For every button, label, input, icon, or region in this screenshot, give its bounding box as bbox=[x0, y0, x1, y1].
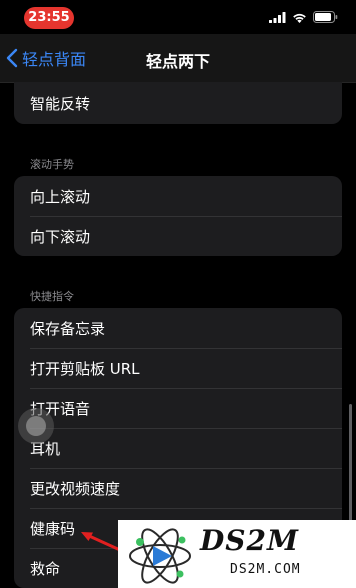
list-item-save-memo[interactable]: 保存备忘录 bbox=[14, 308, 342, 348]
watermark-logo: DS2M DS2M.COM bbox=[118, 520, 356, 588]
status-bar: 23:55 bbox=[0, 0, 356, 34]
battery-icon bbox=[313, 11, 338, 23]
list-item-open-voice[interactable]: 打开语音 bbox=[14, 388, 342, 428]
list-item-label: 向上滚动 bbox=[30, 187, 91, 206]
list-item-label: 打开剪贴板 URL bbox=[30, 359, 140, 378]
list-item-open-clipboard-url[interactable]: 打开剪贴板 URL bbox=[14, 348, 342, 388]
list-item-label: 向下滚动 bbox=[30, 227, 91, 246]
list-item-label: 救命 bbox=[30, 559, 61, 578]
assistive-touch-button[interactable] bbox=[18, 408, 54, 444]
list-item-label: 健康码 bbox=[30, 519, 76, 538]
list-item-headphones[interactable]: 耳机 bbox=[14, 428, 342, 468]
section-header-scroll: 滚动手势 bbox=[30, 158, 74, 171]
signal-icon bbox=[269, 11, 286, 23]
annotation-arrow-icon bbox=[81, 532, 122, 552]
list-item-scroll-down[interactable]: 向下滚动 bbox=[14, 216, 342, 256]
watermark-brand: DS2M bbox=[200, 524, 299, 557]
navigation-bar: 轻点背面 轻点两下 bbox=[0, 34, 356, 83]
scroll-indicator[interactable] bbox=[349, 404, 352, 524]
list-item-scroll-up[interactable]: 向上滚动 bbox=[14, 176, 342, 216]
list-item-label: 更改视频速度 bbox=[30, 479, 121, 498]
list-item-label: 保存备忘录 bbox=[30, 319, 106, 338]
accessibility-group: 智能反转 bbox=[14, 82, 342, 124]
scroll-gesture-group: 向上滚动 向下滚动 bbox=[14, 176, 342, 256]
watermark-domain: DS2M.COM bbox=[230, 562, 301, 577]
list-item-smart-invert[interactable]: 智能反转 bbox=[14, 82, 342, 124]
page-title: 轻点两下 bbox=[145, 52, 210, 71]
wifi-icon bbox=[293, 13, 306, 23]
atom-logo-icon bbox=[129, 528, 191, 584]
status-icons bbox=[269, 9, 338, 25]
screen: 23:55 轻点背面 轻点两下 智能反转 滚动手势 向上滚动 向下滚动 快捷指令… bbox=[0, 0, 356, 588]
status-time: 23:55 bbox=[24, 7, 74, 29]
list-item-label: 智能反转 bbox=[30, 94, 91, 113]
list-item-change-video-speed[interactable]: 更改视频速度 bbox=[14, 468, 342, 508]
section-header-shortcuts: 快捷指令 bbox=[30, 290, 74, 303]
